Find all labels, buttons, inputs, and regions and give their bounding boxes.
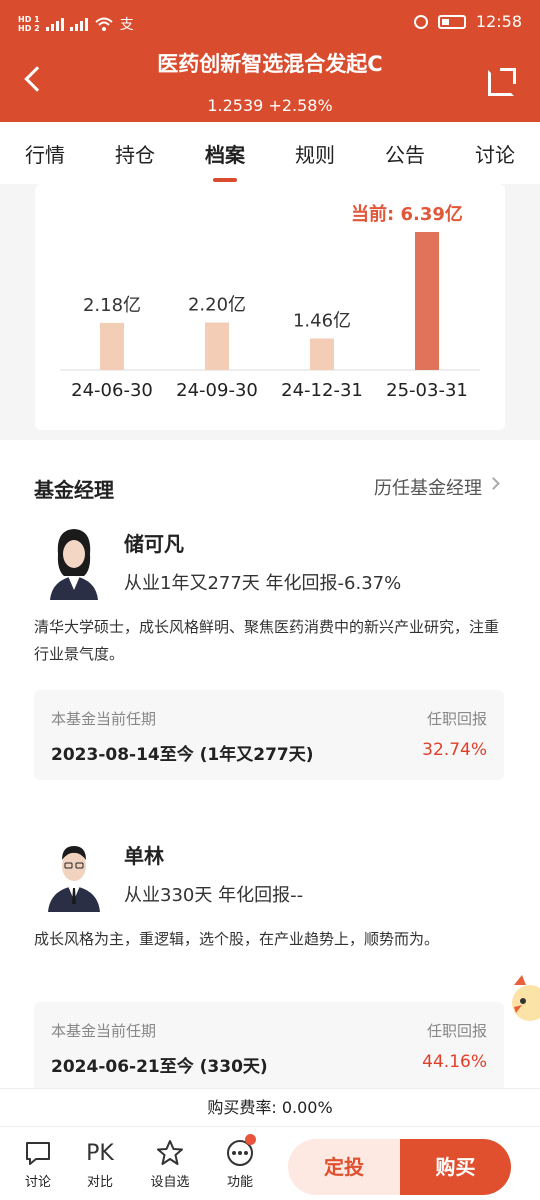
tab-4[interactable]: 公告 (385, 139, 425, 168)
term-return: 32.74% (422, 740, 487, 760)
tab-2[interactable]: 档案 (205, 139, 245, 182)
clock: 12:58 (475, 12, 522, 31)
bottom-bar: 讨论 PK 对比 设自选 功能 定投 购买 (0, 1126, 540, 1200)
function-label: 功能 (226, 1175, 253, 1190)
battery-icon (437, 14, 466, 29)
signal-icon (69, 17, 88, 31)
current-term-card: 本基金当前任期 任职回报 2023-08-14至今 (1年又277天) 32.7… (34, 690, 504, 780)
compare-button[interactable]: PK 对比 (75, 1137, 125, 1191)
tab-3[interactable]: 规则 (295, 139, 335, 168)
alipay-icon: 支 (119, 17, 134, 33)
manager-description: 成长风格为主，重逻辑，选个股，在产业趋势上，顺势而为。 (34, 930, 440, 948)
tab-5[interactable]: 讨论 (475, 139, 515, 168)
status-bar: HD 1 HD 2 支 12:58 (0, 0, 540, 42)
manager-stat: 从业330天 年化回报-- (124, 885, 304, 906)
tab-0[interactable]: 行情 (25, 139, 65, 168)
buy-button[interactable]: 购买 (400, 1139, 511, 1195)
page-title: 医药创新智选混合发起C (157, 52, 383, 76)
manager-name: 储可凡 (124, 532, 184, 556)
purchase-fee: 购买费率: 0.00% (0, 1088, 540, 1126)
add-watchlist-label: 设自选 (150, 1175, 190, 1190)
section-title: 基金经理 (34, 478, 114, 502)
wifi-icon (95, 17, 113, 31)
term-dates: 2023-08-14至今 (1年又277天) (51, 745, 314, 765)
bar-value-label: 1.46亿 (293, 310, 351, 331)
x-tick-label: 24-09-30 (176, 380, 258, 401)
star-icon (157, 1140, 183, 1165)
history-managers-link[interactable]: 历任基金经理 (374, 474, 482, 500)
discuss-label: 讨论 (24, 1175, 51, 1190)
manager-name: 单林 (124, 844, 164, 868)
chat-icon (26, 1142, 50, 1165)
bar-value-label: 2.18亿 (83, 295, 141, 316)
add-watchlist-button[interactable]: 设自选 (145, 1137, 195, 1190)
compare-label: 对比 (86, 1175, 113, 1190)
bar-3 (415, 232, 439, 370)
bar-value-label: 2.20亿 (188, 294, 246, 315)
notification-dot (245, 1134, 256, 1145)
pk-icon: PK (86, 1140, 114, 1166)
avatar (48, 846, 100, 912)
tab-1[interactable]: 持仓 (115, 139, 155, 168)
manager-stat: 从业1年又277天 年化回报-6.37% (124, 573, 402, 594)
avatar (50, 529, 98, 600)
bar-chart: 2.18亿 24-06-30 2.20亿 24-09-30 1.46亿 24-12-31 当… (60, 203, 480, 401)
fund-size-chart: 2.18亿 24-06-30 2.20亿 24-09-30 1.46亿 24-12-31 当… (35, 184, 505, 430)
fixed-invest-button[interactable]: 定投 (288, 1139, 400, 1195)
bar-1 (205, 322, 229, 370)
header: HD 1 HD 2 支 12:58 医药创新智选混合发起C 1.2539 +2.5… (0, 0, 540, 122)
term-dates: 2024-06-21至今 (330天) (51, 1057, 268, 1077)
term-label: 本基金当前任期 (51, 710, 157, 728)
x-tick-label: 24-06-30 (71, 380, 153, 401)
term-return: 44.16% (422, 1052, 487, 1072)
function-button[interactable]: 功能 (215, 1134, 265, 1190)
return-label: 任职回报 (426, 710, 487, 728)
term-label: 本基金当前任期 (51, 1022, 157, 1040)
bar-2 (310, 338, 334, 370)
chevron-right-icon[interactable] (487, 477, 500, 490)
alarm-icon (413, 14, 428, 29)
bar-0 (100, 322, 124, 370)
discuss-button[interactable]: 讨论 (13, 1137, 63, 1190)
x-tick-label: 24-12-31 (281, 380, 363, 401)
network-indicator: HD 1 HD 2 (18, 15, 40, 33)
tab-bar: 行情 持仓 档案 规则 公告 讨论 (0, 122, 540, 184)
current-term-card: 本基金当前任期 任职回报 2024-06-21至今 (330天) 44.16% (34, 1002, 504, 1092)
x-tick-label: 25-03-31 (386, 380, 468, 401)
signal-icon (45, 17, 64, 31)
bar-value-label: 当前: 6.39亿 (351, 203, 463, 225)
back-icon[interactable] (24, 66, 50, 92)
fund-manager-section: 基金经理 历任基金经理 储可凡 从业1年又277天 年化回报-6.37% 清华大… (0, 440, 540, 1092)
mascot-icon[interactable] (508, 975, 540, 1025)
nav-change: 1.2539 +2.58% (207, 96, 333, 115)
return-label: 任职回报 (426, 1022, 487, 1040)
manager-description: 清华大学硕士，成长风格鲜明、聚焦医药消费中的新兴产业研究，注重行业景气度。 (34, 618, 500, 663)
